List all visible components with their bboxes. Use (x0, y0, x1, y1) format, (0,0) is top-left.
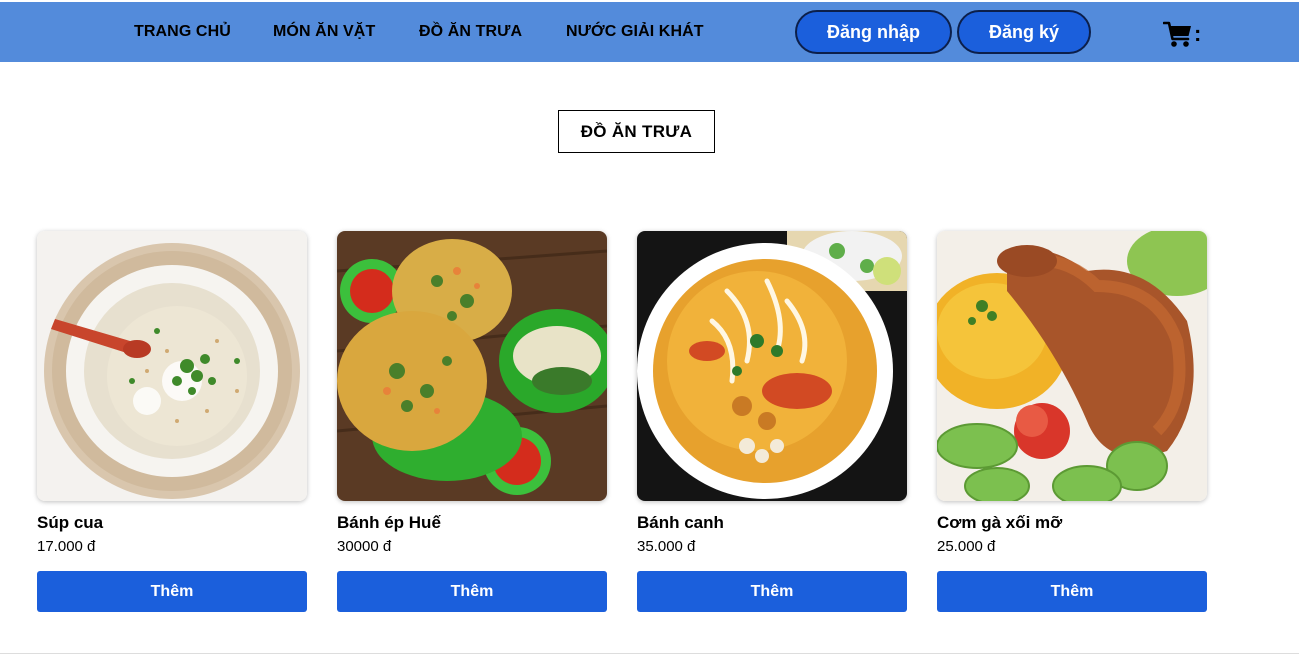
product-name: Bánh canh (637, 513, 724, 532)
nav-link-drinks[interactable]: NƯỚC GIẢI KHÁT (566, 23, 704, 41)
product-card: Cơm gà xối mỡ 25.000 đ Thêm (937, 231, 1207, 612)
add-to-cart-button[interactable]: Thêm (37, 571, 307, 612)
page-bottom-divider (0, 653, 1299, 654)
product-price: 17.000 đ (37, 538, 96, 555)
banh-canh-photo[interactable] (637, 231, 907, 501)
fried-chicken-rice-photo[interactable] (937, 231, 1207, 501)
section-title: ĐỒ ĂN TRƯA (558, 110, 715, 153)
add-to-cart-button[interactable]: Thêm (637, 571, 907, 612)
product-name: Bánh ép Huế (337, 513, 441, 532)
nav-link-snacks[interactable]: MÓN ĂN VẶT (273, 23, 375, 41)
product-price: 35.000 đ (637, 538, 696, 555)
cart[interactable]: : (1163, 20, 1201, 48)
product-name: Cơm gà xối mỡ (937, 513, 1063, 532)
banh-ep-hue-photo[interactable] (337, 231, 607, 501)
top-navigation-bar: TRANG CHỦ MÓN ĂN VẶT ĐỒ ĂN TRƯA NƯỚC GIẢ… (0, 2, 1299, 62)
product-card: Bánh canh 35.000 đ Thêm (637, 231, 907, 612)
product-card: Bánh ép Huế 30000 đ Thêm (337, 231, 607, 612)
login-button[interactable]: Đăng nhập (795, 10, 952, 54)
nav-link-lunch[interactable]: ĐỒ ĂN TRƯA (419, 23, 522, 41)
add-to-cart-button[interactable]: Thêm (337, 571, 607, 612)
add-to-cart-button[interactable]: Thêm (937, 571, 1207, 612)
product-price: 30000 đ (337, 538, 392, 555)
nav-link-home[interactable]: TRANG CHỦ (134, 23, 231, 41)
product-name: Súp cua (37, 513, 104, 532)
register-button[interactable]: Đăng ký (957, 10, 1091, 54)
product-card: Súp cua 17.000 đ Thêm (37, 231, 307, 612)
product-price: 25.000 đ (937, 538, 996, 555)
shopping-cart-icon[interactable] (1163, 20, 1193, 48)
cart-count-label: : (1194, 21, 1202, 46)
crab-soup-photo[interactable] (37, 231, 307, 501)
